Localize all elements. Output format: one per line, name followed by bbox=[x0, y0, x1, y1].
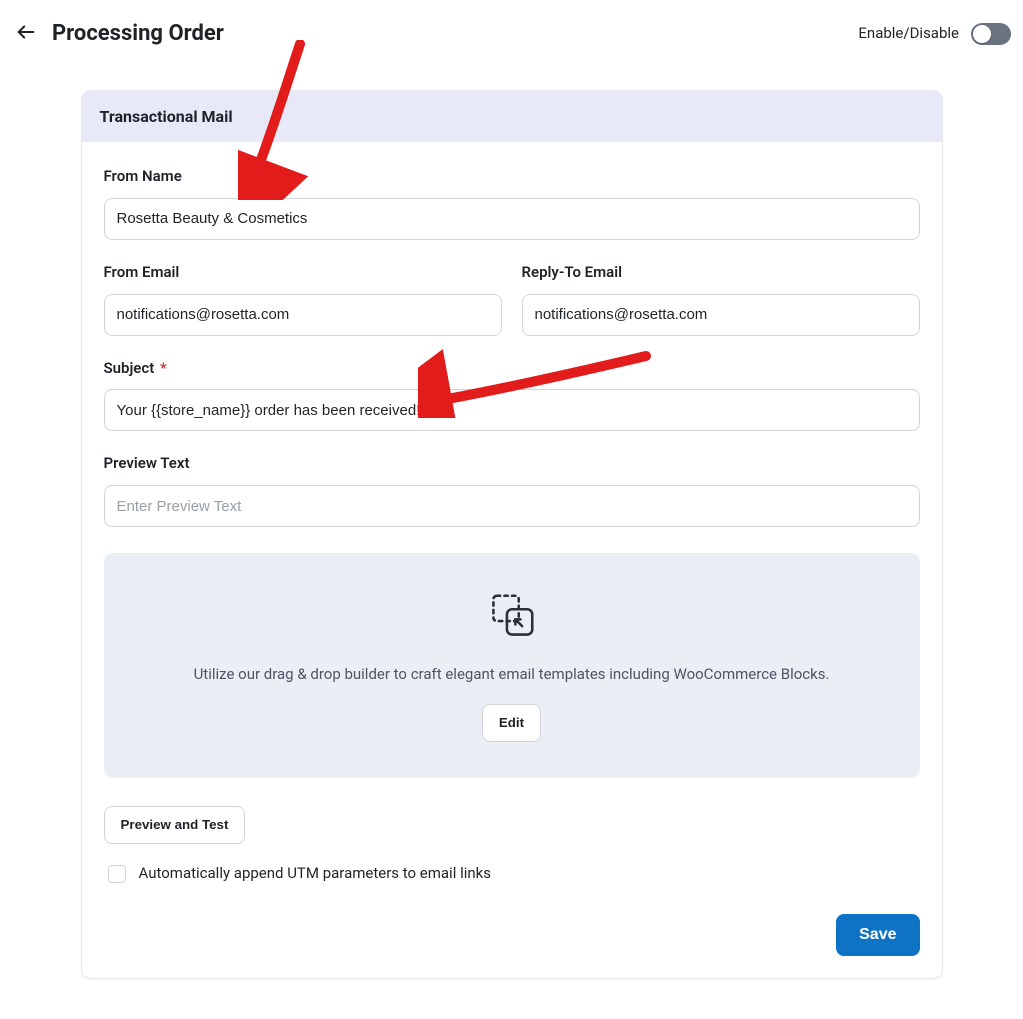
enable-toggle[interactable] bbox=[971, 23, 1011, 45]
toggle-label: Enable/Disable bbox=[858, 23, 959, 45]
actions-row: Preview and Test bbox=[104, 806, 920, 844]
page-title: Processing Order bbox=[52, 18, 224, 50]
builder-description: Utilize our drag & drop builder to craft… bbox=[128, 664, 896, 686]
header-right: Enable/Disable bbox=[858, 23, 1011, 45]
transactional-mail-card: Transactional Mail From Name From Email … bbox=[81, 90, 943, 979]
footer: Save bbox=[104, 914, 920, 956]
back-button[interactable] bbox=[12, 20, 40, 48]
header-left: Processing Order bbox=[12, 18, 224, 50]
from-name-input[interactable] bbox=[104, 198, 920, 240]
page-header: Processing Order Enable/Disable bbox=[12, 18, 1011, 50]
preview-text-label: Preview Text bbox=[104, 453, 920, 475]
from-email-label: From Email bbox=[104, 262, 502, 284]
utm-label: Automatically append UTM parameters to e… bbox=[139, 863, 492, 885]
preview-test-button[interactable]: Preview and Test bbox=[104, 806, 246, 844]
card-title: Transactional Mail bbox=[82, 91, 942, 142]
preview-text-input[interactable] bbox=[104, 485, 920, 527]
page: Processing Order Enable/Disable Transact… bbox=[0, 0, 1023, 1019]
arrow-left-icon bbox=[15, 21, 37, 46]
subject-required-indicator: * bbox=[160, 359, 167, 377]
reply-to-label: Reply-To Email bbox=[522, 262, 920, 284]
card-body: From Name From Email Reply-To Email bbox=[82, 142, 942, 978]
from-name-label: From Name bbox=[104, 166, 920, 188]
from-email-input[interactable] bbox=[104, 294, 502, 336]
drag-drop-icon bbox=[485, 589, 539, 643]
save-button[interactable]: Save bbox=[836, 914, 919, 956]
builder-panel: Utilize our drag & drop builder to craft… bbox=[104, 553, 920, 778]
utm-checkbox[interactable] bbox=[108, 865, 126, 883]
utm-row: Automatically append UTM parameters to e… bbox=[104, 862, 920, 886]
edit-template-button[interactable]: Edit bbox=[482, 704, 541, 742]
subject-input[interactable] bbox=[104, 389, 920, 431]
toggle-knob-icon bbox=[973, 25, 991, 43]
subject-label-text: Subject bbox=[104, 359, 155, 377]
reply-to-input[interactable] bbox=[522, 294, 920, 336]
subject-label: Subject * bbox=[104, 358, 920, 380]
